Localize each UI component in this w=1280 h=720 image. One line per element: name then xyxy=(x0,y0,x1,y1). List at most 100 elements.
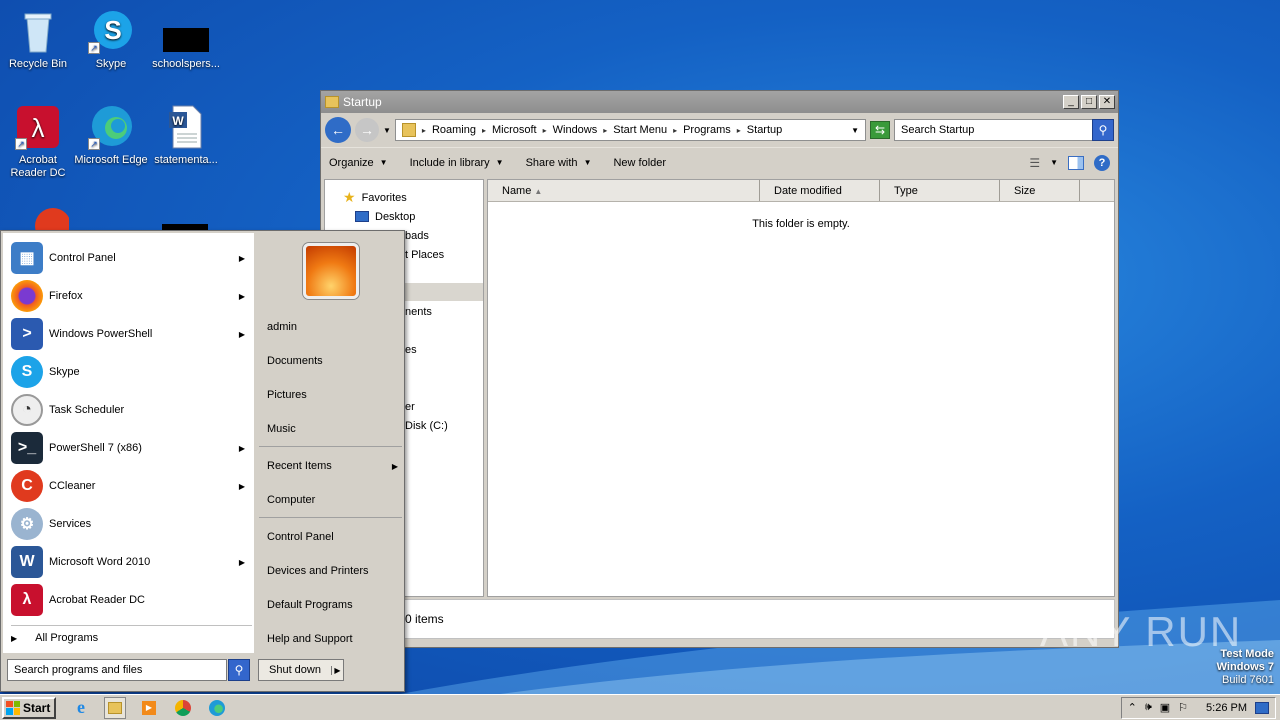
program-control-panel[interactable]: ▦ Control Panel ▶ xyxy=(11,239,251,277)
shortcut-arrow-icon: ↗ xyxy=(15,138,27,150)
chrome-icon[interactable] xyxy=(172,697,194,719)
forward-button[interactable]: → xyxy=(355,118,379,142)
taskbar: Start e ▶ ⌃ 🕪 ▣ ⚐ 5:26 PM xyxy=(0,694,1280,720)
history-dropdown-icon[interactable]: ▼ xyxy=(383,126,391,135)
separator xyxy=(259,446,402,447)
windows-flag-icon xyxy=(6,700,20,715)
folder-icon xyxy=(401,123,416,137)
shutdown-button[interactable]: Shut down ▶ xyxy=(258,659,344,681)
column-name[interactable]: Name ▲ xyxy=(488,180,760,201)
desktop-icon-skype[interactable]: S ↗ Skype xyxy=(73,8,149,71)
start-search-input[interactable]: Search programs and files xyxy=(7,659,227,681)
program-task-scheduler[interactable]: ◔ Task Scheduler xyxy=(11,391,251,429)
program-powershell-7[interactable]: >_ PowerShell 7 (x86) ▶ xyxy=(11,429,251,467)
internet-explorer-icon[interactable]: e xyxy=(70,697,92,719)
include-in-library-button[interactable]: Include in library ▼ xyxy=(410,157,504,169)
nav-favorites[interactable]: ★ Favorites xyxy=(325,188,483,207)
program-word-2010[interactable]: W Microsoft Word 2010 ▶ xyxy=(11,543,251,581)
start-menu: ▦ Control Panel ▶ Firefox ▶ > Windows Powe… xyxy=(0,230,405,692)
breadcrumb-microsoft[interactable]: Microsoft xyxy=(492,124,537,136)
column-type[interactable]: Type xyxy=(880,180,1000,201)
word-icon: W xyxy=(11,546,43,578)
desktop-icon-schoolspers[interactable]: schoolspers... xyxy=(148,8,224,71)
breadcrumb-startup[interactable]: Startup xyxy=(747,124,782,136)
media-player-icon[interactable]: ▶ xyxy=(138,697,160,719)
address-dropdown-icon[interactable]: ▼ xyxy=(851,126,859,135)
separator xyxy=(259,517,402,518)
start-button[interactable]: Start xyxy=(2,696,56,719)
place-default-programs[interactable]: Default Programs xyxy=(267,594,402,616)
place-computer[interactable]: Computer xyxy=(267,489,402,511)
desktop-icon-recycle-bin[interactable]: Recycle Bin xyxy=(0,8,76,71)
program-firefox[interactable]: Firefox ▶ xyxy=(11,277,251,315)
place-music[interactable]: Music xyxy=(267,418,402,440)
clock[interactable]: 5:26 PM xyxy=(1206,702,1247,714)
test-mode-label: Test Mode Windows 7 Build 7601 xyxy=(1216,648,1274,686)
place-pictures[interactable]: Pictures xyxy=(267,384,402,406)
new-folder-button[interactable]: New folder xyxy=(613,157,666,169)
desktop-icon-acrobat[interactable]: λ ↗ Acrobat Reader DC xyxy=(0,104,76,180)
edge-icon[interactable] xyxy=(206,697,228,719)
nav-desktop[interactable]: Desktop xyxy=(325,207,483,226)
folder-icon xyxy=(325,96,339,108)
volume-icon[interactable]: 🕪 xyxy=(1145,701,1152,714)
breadcrumb-programs[interactable]: Programs xyxy=(683,124,731,136)
watermark: ANY RUN xyxy=(1040,608,1243,655)
column-headers: Name ▲ Date modified Type Size xyxy=(488,180,1114,202)
search-icon[interactable]: ⚲ xyxy=(1092,119,1114,141)
desktop-icon-statement[interactable]: W statementa... xyxy=(148,104,224,167)
window-title: Startup xyxy=(343,95,382,109)
gear-icon: ⚙ xyxy=(11,508,43,540)
place-recent-items[interactable]: Recent Items ▶ xyxy=(267,455,402,477)
shutdown-options-icon[interactable]: ▶ xyxy=(331,665,343,675)
help-icon[interactable]: ? xyxy=(1094,154,1110,171)
show-hidden-icons-icon[interactable]: ⌃ xyxy=(1128,701,1137,714)
refresh-button[interactable]: ⇆ xyxy=(870,121,890,139)
network-icon[interactable]: ▣ xyxy=(1160,701,1170,714)
view-dropdown-icon[interactable]: ▼ xyxy=(1050,158,1058,167)
program-ccleaner[interactable]: C CCleaner ▶ xyxy=(11,467,251,505)
word-document-icon: W xyxy=(163,104,209,150)
title-bar[interactable]: Startup _ □ ✕ xyxy=(321,91,1118,113)
place-control-panel[interactable]: Control Panel xyxy=(267,526,402,548)
breadcrumb-start-menu[interactable]: Start Menu xyxy=(613,124,667,136)
action-center-flag-icon[interactable]: ⚐ xyxy=(1178,701,1188,714)
edge-icon: ↗ xyxy=(88,104,134,150)
place-admin[interactable]: admin xyxy=(267,316,402,338)
organize-button[interactable]: Organize ▼ xyxy=(329,157,388,169)
column-date-modified[interactable]: Date modified xyxy=(760,180,880,201)
empty-folder-message: This folder is empty. xyxy=(752,218,850,230)
view-options-icon[interactable]: ☰ xyxy=(1029,156,1040,170)
desktop-icon xyxy=(355,211,369,222)
minimize-button[interactable]: _ xyxy=(1063,95,1079,109)
ccleaner-icon: C xyxy=(11,470,43,502)
search-input[interactable]: Search Startup ⚲ xyxy=(894,119,1114,141)
close-button[interactable]: ✕ xyxy=(1099,95,1115,109)
back-button[interactable]: ← xyxy=(325,117,351,143)
column-size[interactable]: Size xyxy=(1000,180,1080,201)
powershell-icon: > xyxy=(11,318,43,350)
place-documents[interactable]: Documents xyxy=(267,350,402,372)
address-bar[interactable]: ▸ Roaming ▸ Microsoft ▸ Windows ▸ Start … xyxy=(394,119,866,141)
explorer-taskbar-icon[interactable] xyxy=(104,696,126,719)
maximize-button[interactable]: □ xyxy=(1081,95,1097,109)
breadcrumb-roaming[interactable]: Roaming xyxy=(432,124,476,136)
program-services[interactable]: ⚙ Services xyxy=(11,505,251,543)
file-list[interactable]: Name ▲ Date modified Type Size This fold… xyxy=(487,179,1115,597)
search-icon[interactable]: ⚲ xyxy=(228,659,250,681)
system-tray: ⌃ 🕪 ▣ ⚐ 5:26 PM xyxy=(1120,696,1276,719)
show-desktop-icon[interactable] xyxy=(1255,701,1269,714)
program-acrobat-reader[interactable]: λ Acrobat Reader DC xyxy=(11,581,251,619)
all-programs-button[interactable]: ▶ All Programs xyxy=(11,632,98,644)
start-menu-places: admin Documents Pictures Music Recent It… xyxy=(259,233,404,653)
address-row: ← → ▼ ▸ Roaming ▸ Microsoft ▸ Windows ▸ … xyxy=(321,113,1118,147)
program-windows-powershell[interactable]: > Windows PowerShell ▶ xyxy=(11,315,251,353)
desktop-icon-edge[interactable]: ↗ Microsoft Edge xyxy=(73,104,149,167)
breadcrumb-windows[interactable]: Windows xyxy=(553,124,598,136)
place-devices-printers[interactable]: Devices and Printers xyxy=(267,560,402,582)
program-skype[interactable]: S Skype xyxy=(11,353,251,391)
share-with-button[interactable]: Share with ▼ xyxy=(526,157,592,169)
preview-pane-icon[interactable] xyxy=(1068,155,1084,170)
place-help-support[interactable]: Help and Support xyxy=(267,628,402,650)
explorer-window: Startup _ □ ✕ ← → ▼ ▸ Roaming ▸ Microsof… xyxy=(320,90,1119,648)
